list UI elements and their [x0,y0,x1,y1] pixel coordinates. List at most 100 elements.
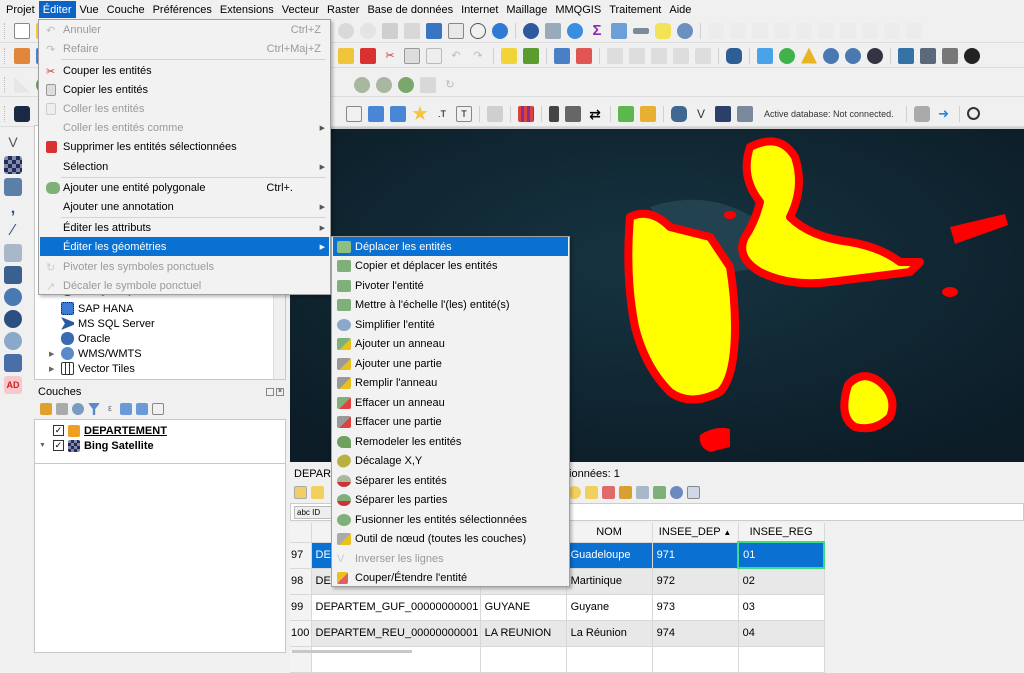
menu-maillage[interactable]: Maillage [502,1,551,18]
label-tool-disabled-2[interactable] [629,47,645,64]
search-icon[interactable] [966,107,980,120]
cell-nom[interactable]: Martinique [566,568,653,595]
row-number[interactable]: 98 [290,568,312,595]
add-postgis-icon[interactable] [4,266,22,284]
database-icon[interactable] [726,47,742,64]
refresh-icon[interactable] [492,22,508,39]
diagram-icon[interactable] [523,47,539,64]
menu-base-de-donnees[interactable]: Base de données [363,1,457,18]
menu-item-decaler-symbole[interactable]: ↗ Décaler le symbole ponctuel [40,276,329,295]
field-calc-icon[interactable] [619,485,632,499]
france-flag-plugin-icon[interactable] [14,105,30,122]
toolbar-grip[interactable] [4,22,8,39]
expand-all-icon[interactable] [120,403,132,415]
row-number[interactable]: 99 [290,594,312,621]
submenu-item-remodeler[interactable]: Remodeler les entités [333,432,568,451]
redo-icon[interactable]: ↷ [470,48,486,64]
cell-nom[interactable]: La Réunion [566,620,653,647]
browser-item-vector-tiles[interactable]: ▶ Vector Tiles [49,361,135,376]
add-polyline-icon[interactable] [390,105,406,122]
digitizing-disabled-icon-5[interactable] [796,22,812,39]
submenu-item-deplacer[interactable]: Déplacer les entités [333,237,568,256]
menu-item-ajouter-polygone[interactable]: Ajouter une entité polygonale Ctrl+. [40,178,329,197]
feature-marie-galante[interactable] [840,372,897,433]
submenu-item-inverser-lignes[interactable]: V Inverser les lignes [333,549,568,568]
copy-features-icon[interactable] [404,47,420,64]
new-layer-icon[interactable] [14,47,30,64]
menu-item-editer-attributs[interactable]: Éditer les attributs ▶ [40,218,329,237]
menu-item-refaire[interactable]: ↷ Refaire Ctrl+Maj+Z [40,39,329,58]
submenu-item-pivoter[interactable]: Pivoter l'entité [333,276,568,295]
menu-item-coller[interactable]: Coller les entités [40,99,329,118]
rotate-disabled-icon[interactable]: ↻ [442,77,458,93]
shield-icon[interactable] [942,47,958,64]
add-raster-layer-icon[interactable] [4,156,22,174]
layer-item-bing-satellite[interactable]: ▼ ✓ Bing Satellite [39,438,154,453]
zoom-selection-icon[interactable] [404,22,420,39]
search-green-icon[interactable] [618,105,634,122]
qr-icon[interactable] [565,105,581,122]
star-icon[interactable] [412,105,428,121]
add-delimited-text-icon[interactable]: , [4,200,22,218]
globe-icon-2[interactable] [845,47,861,64]
merge-tb-icon[interactable] [398,76,414,93]
column-header-insee-reg[interactable]: INSEE_REG [738,523,825,543]
submenu-item-simplifier[interactable]: Simplifier l'entité [333,315,568,334]
add-vector-layer-icon[interactable]: V [4,134,22,152]
cell-insee-dep[interactable]: 972 [652,568,739,595]
digitizing-disabled-icon-7[interactable] [840,22,856,39]
text-annotation-icon[interactable]: .T [434,106,450,122]
menu-item-copier[interactable]: Copier les entités [40,80,329,99]
digitizing-disabled-icon-2[interactable] [730,22,746,39]
conditional-format-icon[interactable] [636,485,649,499]
processing-toolbox-icon[interactable] [567,22,583,39]
submenu-item-outil-noeud[interactable]: Outil de nœud (toutes les couches) [333,530,568,549]
row-number[interactable]: 97 [290,542,312,569]
georeferencer-icon[interactable] [757,47,773,64]
add-wcs-icon[interactable] [4,310,22,328]
copy-rows-icon[interactable] [585,485,598,499]
submenu-item-couper-etendre[interactable]: Couper/Étendre l'entité [333,568,568,587]
submenu-item-effacer-partie[interactable]: Effacer une partie [333,413,568,432]
zoom-native-icon[interactable] [426,22,442,39]
cell-nom-m[interactable]: LA REUNION [480,620,567,647]
submenu-item-remplir-anneau[interactable]: Remplir l'anneau [333,374,568,393]
heatmap-icon[interactable] [518,105,534,122]
cell-id[interactable]: DEPARTEM_GUF_00000000001 [311,594,481,621]
align-icon[interactable] [420,76,436,93]
actions-icon[interactable] [653,485,666,499]
add-spatialite-icon[interactable] [4,244,22,262]
zoom-in-icon[interactable] [338,22,354,39]
menu-mmqgis[interactable]: MMQGIS [551,1,605,18]
split-parts-tb-icon[interactable] [376,76,392,93]
feature-petite-terre[interactable] [942,287,958,297]
pin-icon[interactable] [549,105,559,122]
bookmark-icon[interactable] [448,22,464,39]
menu-item-editer-geometries[interactable]: Éditer les géométries ▶ [40,237,329,256]
browser-item-sap-hana[interactable]: SAP HANA [49,301,133,316]
filter-field-selector[interactable]: abc ID [294,506,332,519]
cell-insee-reg[interactable]: 04 [738,620,825,647]
menu-traitement[interactable]: Traitement [605,1,665,18]
label-tool-disabled-1[interactable] [607,47,623,64]
edit-pencil-icon[interactable] [338,47,354,64]
menu-aide[interactable]: Aide [665,1,695,18]
vector-add-icon[interactable]: V [693,106,709,122]
arrow-right-icon[interactable]: ➜ [936,106,952,122]
globe-icon-1[interactable] [823,47,839,64]
remove-layer-icon[interactable] [152,403,164,415]
table-row[interactable]: 99 DEPARTEM_GUF_00000000001 GUYANE Guyan… [290,594,825,621]
menu-couche[interactable]: Couche [103,1,149,18]
attribute-table-icon[interactable] [611,22,627,39]
menu-projet[interactable]: Projet [2,1,39,18]
menu-raster[interactable]: Raster [323,1,363,18]
measure-icon[interactable] [633,27,649,34]
menu-extensions[interactable]: Extensions [216,1,278,18]
binoculars-icon[interactable] [964,47,980,64]
globe-icon-3[interactable] [867,47,883,64]
cell-nom-m[interactable]: GUYANE [480,594,567,621]
collapse-all-icon[interactable] [136,403,148,415]
select-icon[interactable] [677,22,693,39]
cell-insee-dep[interactable]: 973 [652,594,739,621]
browser-item-wms[interactable]: ▶ WMS/WMTS [49,346,142,361]
